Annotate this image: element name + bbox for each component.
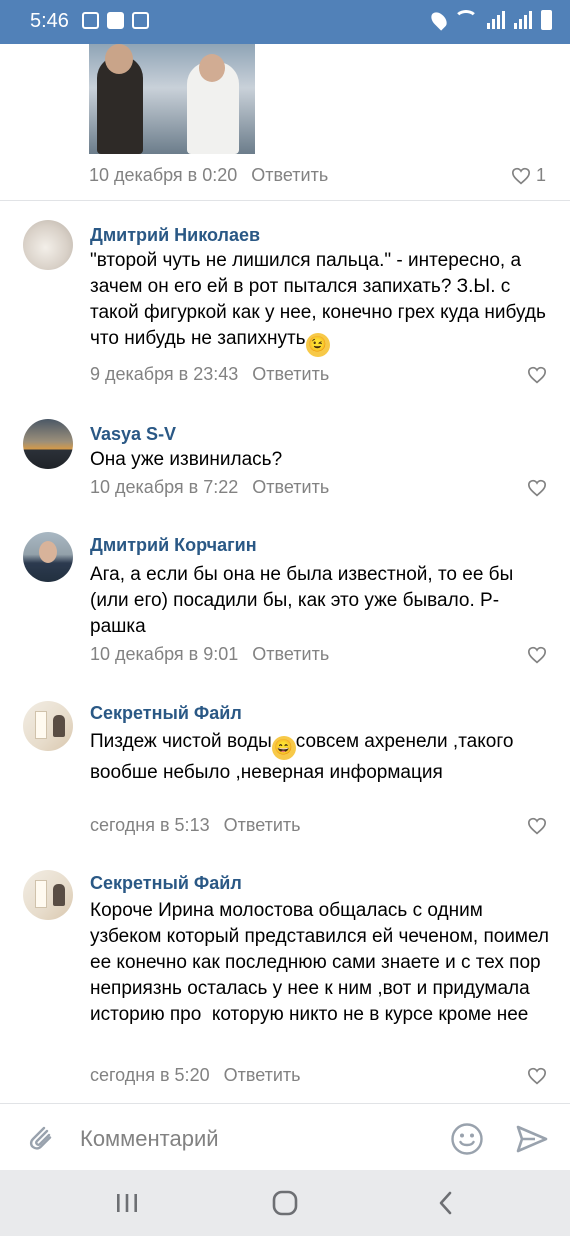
comment-date: сегодня в 5:13 xyxy=(90,815,210,835)
wink-emoji-icon: 😉 xyxy=(305,333,330,357)
comment-like-heart-icon[interactable] xyxy=(527,1067,547,1085)
post-photo[interactable] xyxy=(89,44,255,154)
comment-date: сегодня в 5:20 xyxy=(90,1065,210,1085)
divider xyxy=(0,200,570,201)
comment-text: "второй чуть не лишился пальца." - интер… xyxy=(90,248,550,357)
comment-meta: 10 декабря в 9:01 Ответить xyxy=(90,644,329,665)
avatar-dmitry-nikolaev[interactable] xyxy=(23,220,73,270)
comment-text: Короче Ирина молостова общалась с одним … xyxy=(90,900,555,1025)
comment-reply-link[interactable]: Ответить xyxy=(252,644,329,664)
comment-author[interactable]: Дмитрий Николаев xyxy=(90,225,260,246)
comment-meta: 10 декабря в 7:22 Ответить xyxy=(90,477,329,498)
avatar-dmitry-korchagin[interactable] xyxy=(23,532,73,582)
comment-author[interactable]: Секретный Файл xyxy=(90,873,242,894)
avatar-secret-file[interactable] xyxy=(23,701,73,751)
comment-like-heart-icon[interactable] xyxy=(527,366,547,384)
comment-meta: сегодня в 5:20 Ответить xyxy=(90,1065,301,1086)
comment-date: 10 декабря в 9:01 xyxy=(90,644,239,664)
comment-text: Ага, а если бы она не была известной, то… xyxy=(90,564,519,637)
send-icon[interactable] xyxy=(515,1124,549,1154)
comment-author[interactable]: Vasya S-V xyxy=(90,424,176,445)
comment-text: Она уже извинилась? xyxy=(90,449,283,470)
system-navigation-bar xyxy=(0,1170,570,1236)
system-icons xyxy=(428,9,552,31)
recents-icon[interactable] xyxy=(110,1186,144,1220)
smile-icon[interactable] xyxy=(450,1122,484,1156)
grin-emoji-icon: 😄 xyxy=(271,736,296,760)
messenger-notification-icon xyxy=(132,12,149,29)
avatar-vasya[interactable] xyxy=(23,419,73,469)
location-icon xyxy=(428,9,450,31)
post-meta: 10 декабря в 0:20 Ответить xyxy=(89,165,328,186)
comment-composer xyxy=(0,1104,570,1170)
comment-author[interactable]: Секретный Файл xyxy=(90,703,242,724)
comment-reply-link[interactable]: Ответить xyxy=(252,364,329,384)
comment-meta: 9 декабря в 23:43 Ответить xyxy=(90,364,329,385)
paperclip-icon[interactable] xyxy=(24,1120,54,1154)
post-date: 10 декабря в 0:20 xyxy=(89,165,238,185)
comment-meta: сегодня в 5:13 Ответить xyxy=(90,815,301,836)
comment-like-heart-icon[interactable] xyxy=(527,817,547,835)
wifi-icon xyxy=(454,10,478,30)
battery-icon xyxy=(541,10,552,30)
avatar-secret-file[interactable] xyxy=(23,870,73,920)
post-reply-link[interactable]: Ответить xyxy=(251,165,328,185)
home-icon[interactable] xyxy=(268,1186,302,1220)
app-notification-icon xyxy=(107,12,124,29)
comment-date: 9 декабря в 23:43 xyxy=(90,364,239,384)
notification-icons xyxy=(82,12,149,29)
comment-author[interactable]: Дмитрий Корчагин xyxy=(90,535,257,556)
gallery-notification-icon xyxy=(82,12,99,29)
signal-icon xyxy=(487,11,505,29)
comment-text: Пиздеж чистой воды 😄 совсем ахренели ,тако… xyxy=(90,729,550,786)
photo-head-right xyxy=(199,54,225,82)
comment-reply-link[interactable]: Ответить xyxy=(252,477,329,497)
comment-text-part-1: Пиздеж чистой воды xyxy=(90,731,272,752)
comment-reply-link[interactable]: Ответить xyxy=(224,815,301,835)
comment-like-heart-icon[interactable] xyxy=(527,646,547,664)
comment-reply-link[interactable]: Ответить xyxy=(224,1065,301,1085)
post-like-heart-icon[interactable] xyxy=(511,167,531,185)
status-bar: 5:46 xyxy=(0,0,570,44)
comment-input[interactable] xyxy=(80,1124,420,1154)
signal-2-icon xyxy=(514,11,532,29)
comment-like-heart-icon[interactable] xyxy=(527,479,547,497)
back-icon[interactable] xyxy=(430,1186,464,1220)
photo-head-left xyxy=(105,44,133,74)
post-like-count: 1 xyxy=(536,165,547,185)
status-time: 5:46 xyxy=(30,10,69,32)
comment-date: 10 декабря в 7:22 xyxy=(90,477,239,497)
